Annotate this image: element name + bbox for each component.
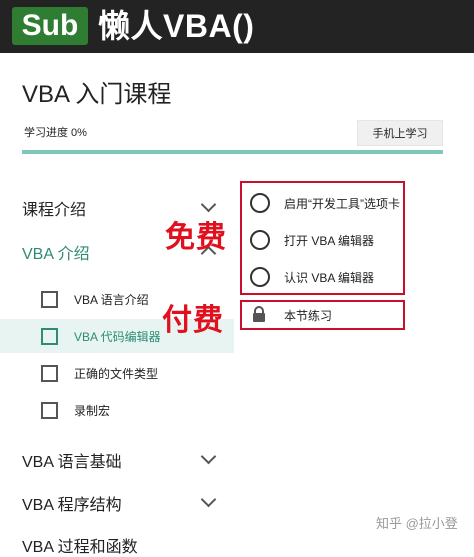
lesson-correct-file-type[interactable]: 正确的文件类型 (0, 356, 234, 390)
circle-icon (250, 230, 270, 250)
chevron-down-icon[interactable] (200, 196, 217, 213)
mobile-learn-button[interactable]: 手机上学习 (357, 120, 443, 146)
app-header: Sub 懒人VBA() (0, 0, 474, 53)
lesson-label: VBA 语言介绍 (74, 293, 149, 307)
section-vba-procedures-functions[interactable]: VBA 过程和函数 (22, 533, 138, 557)
item-section-exercise[interactable]: 本节练习 (248, 300, 398, 330)
section-vba-language-basics[interactable]: VBA 语言基础 (22, 448, 122, 472)
circle-icon (250, 267, 270, 287)
paid-annotation: 付费 (162, 304, 224, 337)
progress-label: 学习进度 0% (24, 127, 87, 139)
item-label: 打开 VBA 编辑器 (284, 234, 375, 248)
course-title: VBA 入门课程 (22, 81, 172, 108)
app-title: 懒人VBA() (98, 8, 255, 44)
item-label: 认识 VBA 编辑器 (284, 271, 375, 285)
lesson-record-macro[interactable]: 录制宏 (0, 393, 234, 427)
lesson-label: 正确的文件类型 (74, 367, 159, 381)
chevron-down-icon[interactable] (200, 448, 217, 465)
checkbox-icon[interactable] (41, 365, 58, 382)
item-know-vba-editor[interactable]: 认识 VBA 编辑器 (248, 262, 398, 292)
section-vba-program-structure[interactable]: VBA 程序结构 (22, 491, 122, 515)
checkbox-icon[interactable] (41, 402, 58, 419)
free-annotation: 免费 (165, 221, 227, 254)
checkbox-icon[interactable] (41, 291, 58, 308)
item-enable-developer-tab[interactable]: 启用“开发工具”选项卡 (248, 188, 400, 218)
item-label: 启用“开发工具”选项卡 (284, 197, 400, 211)
lesson-label: 录制宏 (74, 404, 111, 418)
item-label: 本节练习 (284, 309, 333, 323)
progress-bar (22, 150, 443, 154)
section-vba-intro[interactable]: VBA 介绍 (22, 240, 90, 264)
sub-logo: Sub (12, 7, 88, 45)
item-open-vba-editor[interactable]: 打开 VBA 编辑器 (248, 225, 398, 255)
chevron-down-icon[interactable] (200, 491, 217, 508)
section-course-intro[interactable]: 课程介绍 (22, 196, 86, 220)
checkbox-icon[interactable] (41, 328, 58, 345)
lesson-label: VBA 代码编辑器 (74, 330, 161, 344)
zhihu-watermark: 知乎 @拉小登 (376, 516, 458, 531)
circle-icon (250, 193, 270, 213)
